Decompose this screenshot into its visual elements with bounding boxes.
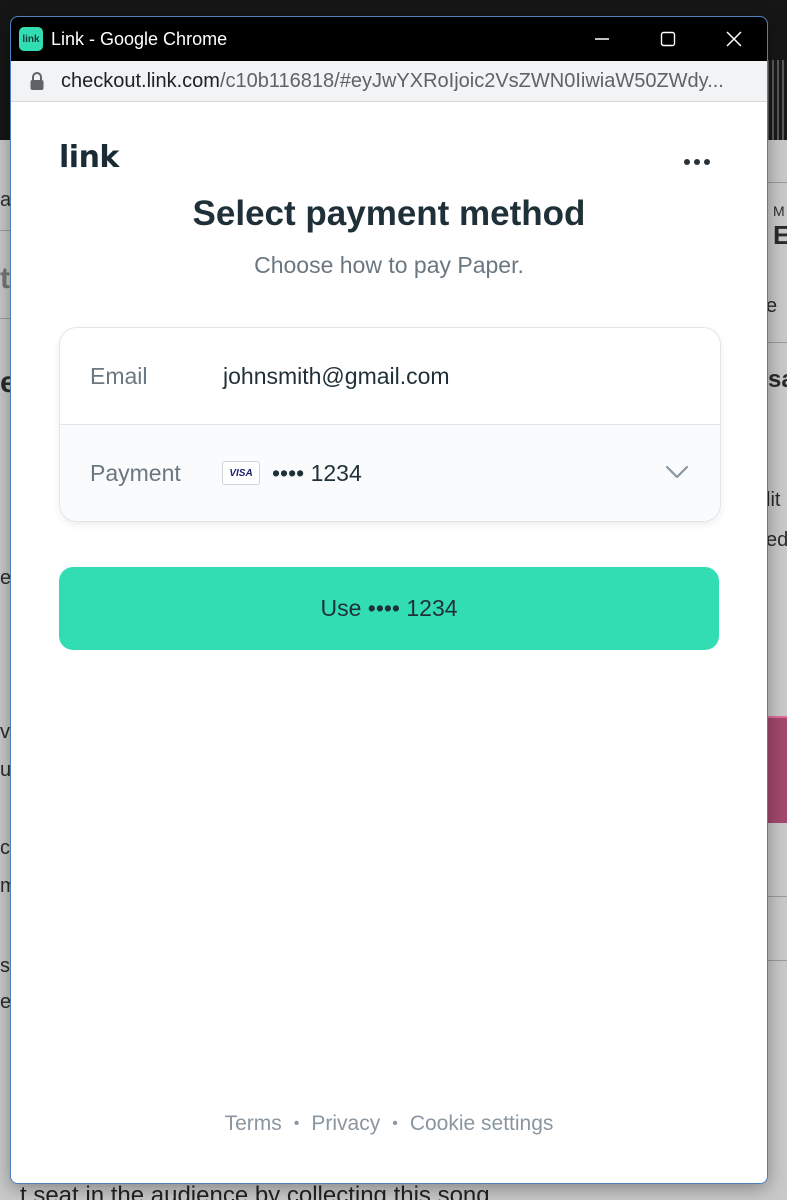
background-text-fragment: M bbox=[773, 203, 785, 219]
background-text-fragment: sa bbox=[768, 366, 787, 393]
maximize-icon bbox=[660, 31, 676, 47]
more-horizontal-icon[interactable] bbox=[679, 152, 715, 172]
url-text[interactable]: checkout.link.com/c10b116818/#eyJwYXRoIj… bbox=[61, 70, 724, 93]
background-text-fragment: s bbox=[0, 955, 10, 977]
background-text-fragment: ed bbox=[766, 529, 787, 551]
lock-icon bbox=[30, 72, 44, 90]
email-row: Email johnsmith@gmail.com bbox=[60, 328, 720, 425]
page-title: Select payment method bbox=[192, 194, 586, 233]
terms-link[interactable]: Terms bbox=[225, 1112, 282, 1136]
privacy-link[interactable]: Privacy bbox=[311, 1112, 380, 1136]
payment-method-selector[interactable]: Payment VISA •••• 1234 bbox=[60, 425, 720, 521]
minimize-button[interactable] bbox=[569, 17, 635, 61]
card-number: •••• 1234 bbox=[272, 459, 362, 486]
maximize-button[interactable] bbox=[635, 17, 701, 61]
close-icon bbox=[726, 31, 742, 47]
footer-links: Terms • Privacy • Cookie settings bbox=[11, 1112, 767, 1136]
cookie-settings-link[interactable]: Cookie settings bbox=[410, 1112, 554, 1136]
background-text-fragment: E bbox=[773, 220, 787, 250]
email-value: johnsmith@gmail.com bbox=[223, 362, 450, 389]
background-text-fragment: lit bbox=[766, 489, 781, 511]
use-card-button[interactable]: Use •••• 1234 bbox=[59, 567, 719, 650]
window-controls bbox=[569, 17, 767, 61]
popup-window: link Link - Google Chrome checkout.link.… bbox=[10, 16, 768, 1184]
page-subtitle: Choose how to pay Paper. bbox=[254, 252, 524, 278]
background-divider bbox=[767, 182, 787, 183]
background-banner bbox=[767, 718, 787, 823]
background-divider bbox=[767, 896, 787, 897]
minimize-icon bbox=[595, 38, 609, 40]
title-bar[interactable]: link Link - Google Chrome bbox=[11, 17, 767, 61]
background-footer-text: t seat in the audience by collecting thi… bbox=[20, 1182, 497, 1200]
background-divider bbox=[767, 342, 787, 343]
account-card: Email johnsmith@gmail.com Payment VISA •… bbox=[59, 327, 721, 522]
background-divider bbox=[767, 960, 787, 961]
link-logo: link bbox=[59, 140, 119, 175]
footer-separator: • bbox=[392, 1115, 398, 1132]
window-title: Link - Google Chrome bbox=[51, 28, 228, 49]
url-path: /c10b116818/#eyJwYXRoIjoic2VsZWN0IiwiaW5… bbox=[219, 69, 724, 92]
chevron-down-icon bbox=[665, 465, 689, 479]
close-button[interactable] bbox=[701, 17, 767, 61]
visa-card-icon: VISA bbox=[222, 461, 260, 485]
email-label: Email bbox=[90, 362, 148, 389]
background-text-fragment: c bbox=[0, 837, 10, 859]
link-app-icon: link bbox=[19, 27, 43, 51]
checkout-content: link Select payment method Choose how to… bbox=[11, 102, 767, 1183]
payment-label: Payment bbox=[90, 459, 181, 486]
url-host: checkout.link.com bbox=[61, 69, 220, 92]
address-bar[interactable]: checkout.link.com/c10b116818/#eyJwYXRoIj… bbox=[11, 61, 767, 102]
footer-separator: • bbox=[293, 1115, 300, 1132]
background-text-fragment: t bbox=[0, 262, 10, 295]
